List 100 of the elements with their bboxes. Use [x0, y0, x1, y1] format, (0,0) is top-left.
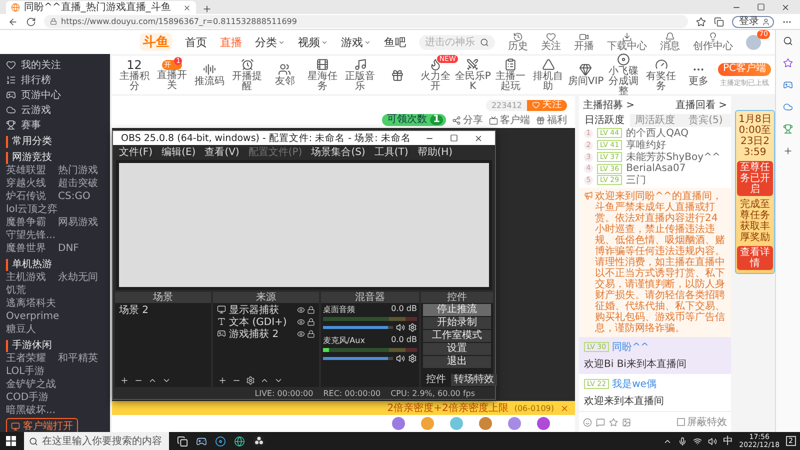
music-note-icon[interactable]: [354, 58, 367, 71]
nav-link[interactable]: 游戏: [341, 34, 371, 50]
category-link[interactable]: 饥荒: [6, 285, 50, 297]
category-link[interactable]: 热门游戏: [58, 165, 102, 177]
disc-icon[interactable]: [215, 436, 226, 446]
sidebar-item[interactable]: 排行榜: [6, 73, 110, 87]
close-icon[interactable]: [183, 4, 191, 12]
dock-tab[interactable]: 转场特效: [451, 374, 497, 386]
volume-slider[interactable]: [322, 355, 393, 362]
tool-label[interactable]: 火力全开: [417, 72, 454, 92]
add-icon[interactable]: [783, 146, 793, 156]
promo-card[interactable]: 1月8日0:00至23日23:59 至尊任务已开启 完成至尊任务获取丰厚奖励 查看详情: [735, 110, 775, 274]
star-icon[interactable]: [609, 418, 618, 426]
waveform-icon[interactable]: [203, 63, 216, 76]
tool-label[interactable]: 全民乐PK: [454, 72, 492, 92]
details-button[interactable]: 查看详情: [737, 246, 773, 270]
control-button[interactable]: 工作室模式: [423, 330, 491, 342]
category-link[interactable]: 穿越火线: [6, 178, 50, 190]
header-action[interactable]: 下载中心: [607, 32, 647, 52]
lock-icon[interactable]: [306, 318, 315, 326]
users-icon[interactable]: [278, 63, 292, 76]
lock-icon[interactable]: [306, 306, 315, 314]
gear-icon[interactable]: [408, 323, 417, 332]
category-link[interactable]: COD手游: [6, 392, 50, 404]
control-button[interactable]: 退出: [423, 356, 491, 368]
category-link[interactable]: CS:GO: [58, 191, 102, 203]
category-link[interactable]: 魔兽争霸: [6, 217, 50, 229]
gift-icon[interactable]: [537, 417, 550, 430]
menu-item[interactable]: 场景集合(S): [311, 144, 366, 158]
header-action[interactable]: 关注: [541, 32, 561, 52]
tool-label[interactable]: 有奖任务: [642, 72, 680, 92]
tool-label[interactable]: 排机自助: [530, 72, 566, 92]
back-icon[interactable]: [8, 16, 18, 26]
avatar[interactable]: [746, 34, 761, 50]
menu-item[interactable]: 查看(V): [204, 144, 240, 158]
sidebar-item[interactable]: 我的关注: [6, 58, 110, 72]
effects-checkbox[interactable]: 屏蔽特效: [677, 415, 727, 429]
windows-logo-icon[interactable]: [6, 436, 16, 446]
menu-item[interactable]: 工具(T): [374, 144, 408, 158]
new-tab-icon[interactable]: [202, 4, 212, 14]
category-link[interactable]: 永劫无间: [58, 272, 102, 284]
tool-label[interactable]: 主播一起玩: [492, 72, 529, 92]
login-button[interactable]: 登录: [732, 16, 774, 28]
speaker-icon[interactable]: [396, 323, 405, 332]
gift-icon[interactable]: [391, 68, 404, 82]
header-action[interactable]: 创作中心: [693, 32, 733, 52]
gift-icon[interactable]: [392, 417, 405, 430]
menu-item[interactable]: 文件(F): [119, 144, 153, 158]
category-link[interactable]: 逃离塔科夫: [6, 298, 56, 310]
alarm-clock-icon[interactable]: [240, 58, 254, 71]
category-link[interactable]: LOL手游: [6, 366, 50, 378]
menu-item[interactable]: 编辑(E): [162, 144, 196, 158]
image-icon[interactable]: [622, 418, 631, 426]
gem-icon[interactable]: [579, 63, 592, 76]
close-icon[interactable]: [474, 134, 483, 142]
sidebar-item[interactable]: 页游中心: [6, 88, 110, 102]
room-action[interactable]: 福利: [536, 113, 567, 127]
taskbar-search-field[interactable]: 在这里输入你要搜索的内容: [24, 432, 169, 450]
sidebar-item[interactable]: 赛事: [6, 118, 110, 132]
down-icon[interactable]: [162, 376, 171, 385]
eye-icon[interactable]: [296, 306, 305, 314]
swords-icon[interactable]: [466, 58, 480, 71]
promo-status-button[interactable]: 至尊任务已开启: [737, 161, 773, 196]
tool-label[interactable]: 星海任务: [304, 72, 341, 92]
collections-icon[interactable]: [714, 16, 724, 26]
room-action[interactable]: 分享: [452, 113, 483, 127]
nav-link[interactable]: 鱼吧: [384, 34, 406, 50]
category-link[interactable]: 魔兽世界: [6, 243, 50, 255]
message-icon[interactable]: [596, 418, 605, 426]
source-item[interactable]: 显示器捕获: [229, 302, 280, 316]
tool-label[interactable]: 小飞碟分成调整: [605, 67, 642, 97]
browser-tab[interactable]: 同盼^^直播_热门游戏直播_斗鱼: [6, 1, 196, 14]
volume-slider[interactable]: [322, 324, 393, 331]
address-field[interactable]: https://www.douyu.com/15896367_r=0.811532888511699: [44, 15, 688, 28]
speaker-icon[interactable]: [396, 354, 405, 363]
settings-icon[interactable]: [246, 376, 256, 385]
category-link[interactable]: 王者荣耀: [6, 353, 50, 365]
category-link[interactable]: lol云顶之弈: [6, 204, 58, 216]
input-method[interactable]: 中: [723, 434, 734, 448]
network-icon[interactable]: [693, 436, 702, 446]
category-link[interactable]: Overprime: [6, 311, 60, 323]
refresh-icon[interactable]: [26, 16, 36, 26]
category-link[interactable]: 守望先锋...: [6, 230, 56, 242]
gear-icon[interactable]: [408, 354, 417, 363]
nav-link[interactable]: 分类: [255, 34, 285, 50]
triangle-icon[interactable]: [542, 58, 555, 71]
user-name[interactable]: 我是we偶: [612, 377, 656, 391]
category-link[interactable]: 主机游戏: [6, 272, 50, 284]
nav-link[interactable]: 视频: [298, 34, 328, 50]
control-button[interactable]: 停止推流: [423, 304, 491, 316]
up-icon[interactable]: [148, 376, 157, 385]
nav-link[interactable]: 首页: [185, 34, 207, 50]
clipboard-icon[interactable]: [504, 58, 518, 71]
category-link[interactable]: 金铲铲之战: [6, 379, 56, 391]
source-item[interactable]: 文本 (GDI+): [229, 314, 287, 328]
control-button[interactable]: 开始录制: [423, 317, 491, 329]
category-link[interactable]: 超击突破: [58, 178, 102, 190]
tool-label[interactable]: 友邻: [274, 77, 295, 87]
panel-tab[interactable]: 日活跃度: [579, 114, 630, 127]
browser-icon[interactable]: [234, 436, 245, 446]
